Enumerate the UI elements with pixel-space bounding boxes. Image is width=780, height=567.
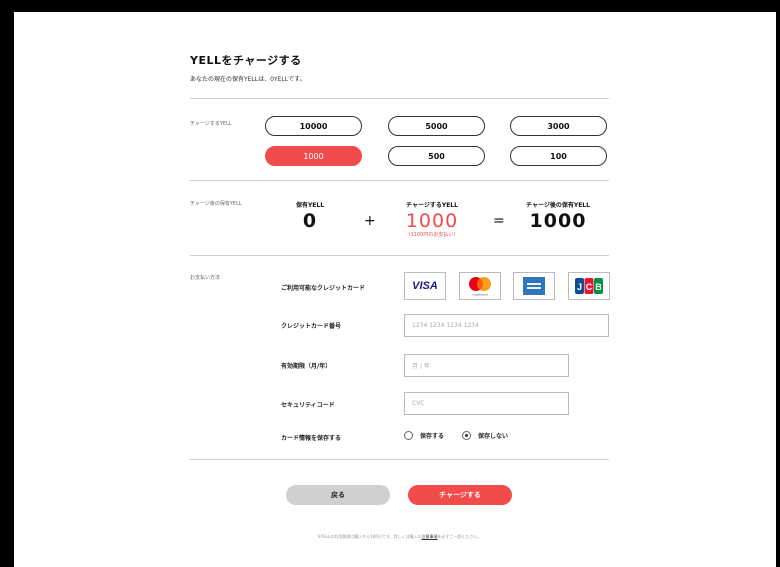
save-card-radio-yes[interactable]: 保存する [404,431,444,440]
radio-circle-icon [404,431,413,440]
expiry-label: 有効期限（月/年） [281,363,332,370]
svg-text:J: J [577,282,582,292]
footnote: ※YELLの利用期限は購入から180日です。詳しくは購入の注意事項を必ずご一読く… [190,534,609,540]
amount-option-3000[interactable]: 3000 [510,116,607,136]
visa-card-icon: VISA [404,272,446,300]
divider [190,98,609,99]
save-card-no-label: 保存しない [478,433,509,440]
charge-yell-label: チャージするYELL [406,202,458,209]
after-yell-value: 1000 [529,210,587,232]
charge-button[interactable]: チャージする [408,485,512,505]
amount-option-1000[interactable]: 1000 [265,146,362,166]
mastercard-logo-text: mastercard [472,293,487,297]
footnote-text-after: を必ずご一読ください。 [437,534,482,539]
save-card-radio-no[interactable]: 保存しない [462,431,508,440]
after-yell-label: チャージ後の保有YELL [526,202,590,209]
available-cards-label: ご利用可能なクレジットカード [281,285,366,292]
jcb-card-icon: J C B [568,272,610,300]
save-card-yes-label: 保存する [420,433,445,440]
cvc-label: セキュリティコード [281,402,335,409]
back-button[interactable]: 戻る [286,485,390,505]
amex-logo [523,277,545,295]
amount-option-100[interactable]: 100 [510,146,607,166]
card-number-label: クレジットカード番号 [281,323,342,330]
mastercard-logo: mastercard [469,277,491,297]
amount-option-5000[interactable]: 5000 [388,116,485,136]
jcb-logo: J C B [575,278,603,294]
amount-option-10000[interactable]: 10000 [265,116,362,136]
equals-sign: = [493,213,505,229]
current-balance-text: あなたの現在の保有YELLは、0YELLです。 [190,76,306,83]
cvc-input[interactable]: CVC [404,392,569,415]
current-yell-label: 保有YELL [295,202,325,209]
after-section-label: チャージ後の保有YELL [190,201,242,207]
terms-link[interactable]: 注意事項 [422,534,438,539]
visa-logo-text: VISA [412,280,438,292]
divider [190,459,609,460]
expiry-input[interactable]: 月 / 年 [404,354,569,377]
radio-selected-icon [462,431,471,440]
page-title: YELLをチャージする [190,54,302,67]
charge-section-label: チャージするYELL [190,121,232,127]
mastercard-icon: mastercard [459,272,501,300]
amex-card-icon [513,272,555,300]
current-yell-value: 0 [302,210,318,232]
charge-yell-value: 1000 [405,210,459,232]
footnote-text-before: ※YELLの利用期限は購入から180日です。詳しくは購入の [317,534,422,539]
page-frame: YELLをチャージする あなたの現在の保有YELLは、0YELLです。 チャージ… [14,12,776,567]
svg-text:C: C [586,282,593,292]
divider [190,255,609,256]
card-number-input[interactable]: 1234 1234 1234 1234 [404,314,609,337]
save-card-label: カード情報を保存する [281,435,342,442]
divider [190,180,609,181]
payment-section-label: お支払い方法 [190,275,221,281]
payment-amount-note: (1100円のお支払い) [408,232,456,238]
svg-text:B: B [595,282,602,292]
amount-option-500[interactable]: 500 [388,146,485,166]
plus-sign: + [364,213,376,229]
